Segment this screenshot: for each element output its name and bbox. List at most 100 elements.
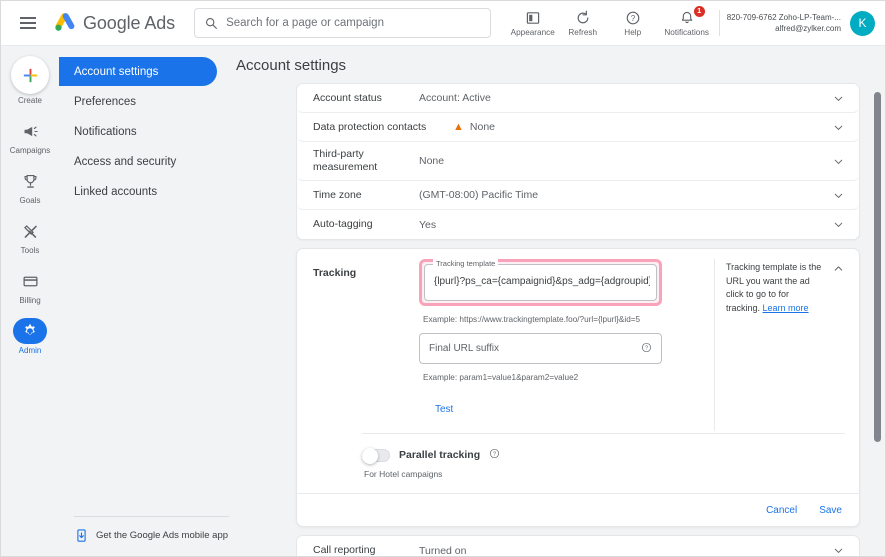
notifications-badge: 1 [693,5,705,17]
mobile-download-icon [77,529,86,542]
tracking-help-text: Tracking template is the URL you want th… [726,262,822,313]
setting-row-auto-tagging[interactable]: Auto-tagging Yes [297,210,859,239]
google-ads-logo-icon [55,13,75,31]
vertical-scrollbar-thumb[interactable] [874,92,881,442]
sidebar-item-campaigns[interactable]: Campaigns [2,118,58,155]
setting-row-account-status[interactable]: Account status Account: Active [297,84,859,113]
sidebar-item-goals[interactable]: Goals [2,168,58,205]
subnav-label: Linked accounts [74,185,158,198]
tracking-template-input[interactable]: Tracking template {lpurl}?ps_ca={campaig… [424,259,657,301]
warning-triangle-icon: ▲ [453,120,464,133]
toggle-knob [362,447,378,464]
billing-card-icon [22,276,38,286]
subnav-item-preferences[interactable]: Preferences [59,87,217,116]
account-info[interactable]: 820-709-6762 Zoho-LP-Team-... alfred@zyl… [727,12,841,35]
get-mobile-app-link[interactable]: Get the Google Ads mobile app [74,516,229,543]
help-circle-icon[interactable]: ? [489,446,500,464]
chevron-down-icon[interactable] [832,92,845,105]
save-button[interactable]: Save [819,505,842,516]
settings-scroll-area: Account status Account: Active Data prot… [231,83,885,556]
chevron-down-icon[interactable] [832,121,845,134]
call-reporting-card: Call reporting Turned on [296,535,860,556]
help-button[interactable]: ? Help [608,1,658,46]
setting-row-time-zone[interactable]: Time zone (GMT-08:00) Pacific Time [297,181,859,210]
row-value: (GMT-08:00) Pacific Time [419,189,539,201]
hamburger-menu-icon[interactable] [11,6,45,40]
final-url-suffix-input[interactable]: Final URL suffix ? [419,333,662,364]
row-value-wrap: None [419,155,444,167]
subnav-item-account-settings[interactable]: Account settings [59,57,217,86]
sidebar-label-admin: Admin [18,346,42,355]
cancel-button[interactable]: Cancel [766,505,797,516]
final-url-suffix-example: Example: param1=value1&param2=value2 [423,373,579,382]
admin-icon-wrap [13,318,47,344]
parallel-tracking-label: Parallel tracking [399,449,481,461]
tools-wrench-icon [23,224,37,238]
top-navigation-bar: Google Ads Search for a page or campaign… [1,1,885,46]
help-circle-icon[interactable]: ? [641,342,652,356]
row-label: Third-party measurement [313,148,378,173]
sidebar-item-tools[interactable]: Tools [2,218,58,255]
setting-row-data-protection-contacts[interactable]: Data protection contacts ▲ None [297,113,859,142]
sidebar-item-create[interactable]: Create [2,56,58,105]
subnav-label: Account settings [74,65,159,78]
row-value: None [469,121,495,133]
sidebar-label-goals: Goals [19,196,41,205]
svg-text:?: ? [493,452,496,458]
test-link[interactable]: Test [435,404,453,415]
row-value-wrap: ▲ None [453,121,495,133]
chevron-down-icon[interactable] [832,218,845,231]
sidebar-item-billing[interactable]: Billing [2,268,58,305]
account-email: alfred@zylker.com [775,24,841,33]
parallel-tracking-toggle[interactable] [362,447,390,464]
brand-name: Google Ads [83,12,176,33]
sidebar-label-create: Create [17,96,42,105]
subnav-label: Access and security [74,155,177,168]
subnav-item-notifications[interactable]: Notifications [59,117,217,146]
admin-gear-icon [25,324,35,335]
tools-icon-wrap [13,218,47,244]
chevron-down-icon[interactable] [832,189,845,202]
account-settings-card: Account status Account: Active Data prot… [296,83,860,240]
refresh-label: Refresh [568,27,598,37]
vertical-scrollbar-track[interactable] [874,48,881,535]
subnav-item-access-and-security[interactable]: Access and security [59,147,217,176]
plus-icon [23,68,37,82]
notifications-bell-icon [681,11,692,23]
final-url-suffix-placeholder: Final URL suffix [429,343,500,354]
notifications-label: Notifications [664,27,709,37]
row-label: Time zone [313,188,362,201]
subnav-item-linked-accounts[interactable]: Linked accounts [59,177,217,206]
tracking-template-example: Example: https://www.trackingtemplate.fo… [423,315,641,324]
appearance-button[interactable]: Appearance [508,1,558,46]
chevron-down-icon[interactable] [832,544,845,556]
search-placeholder: Search for a page or campaign [226,17,384,29]
subnav-label: Notifications [74,125,137,138]
collapse-tracking-button[interactable] [823,259,845,431]
tracking-template-legend: Tracking template [433,259,499,268]
tracking-fields: Tracking template {lpurl}?ps_ca={campaig… [419,259,715,431]
help-icon: ? [626,11,640,24]
left-rail-navigation: Create Campaigns Goals Tools Billing Adm… [1,46,59,556]
row-value-wrap: Account: Active [419,92,491,104]
subnav-label: Preferences [74,95,137,108]
chevron-down-icon[interactable] [832,155,845,168]
parallel-tracking-row: Parallel tracking ? [362,446,859,464]
row-label: Data protection contacts [313,120,427,133]
goals-icon-wrap [13,168,47,194]
row-label: Auto-tagging [313,218,373,230]
setting-row-third-party-measurement[interactable]: Third-party measurement None [297,142,859,181]
notifications-button[interactable]: 1 Notifications [658,1,716,46]
sidebar-item-admin[interactable]: Admin [2,318,58,355]
learn-more-link[interactable]: Learn more [763,303,809,313]
search-input[interactable]: Search for a page or campaign [194,8,492,38]
avatar[interactable]: K [850,10,875,36]
divider [718,10,720,36]
chevron-up-icon [834,266,843,271]
setting-row-call-reporting[interactable]: Call reporting Turned on [297,536,859,556]
google-ads-brand: Google Ads [54,13,175,34]
create-button-circle [11,56,49,94]
refresh-button[interactable]: Refresh [558,1,608,46]
help-label: Help [624,27,642,37]
row-value: Yes [419,218,437,231]
